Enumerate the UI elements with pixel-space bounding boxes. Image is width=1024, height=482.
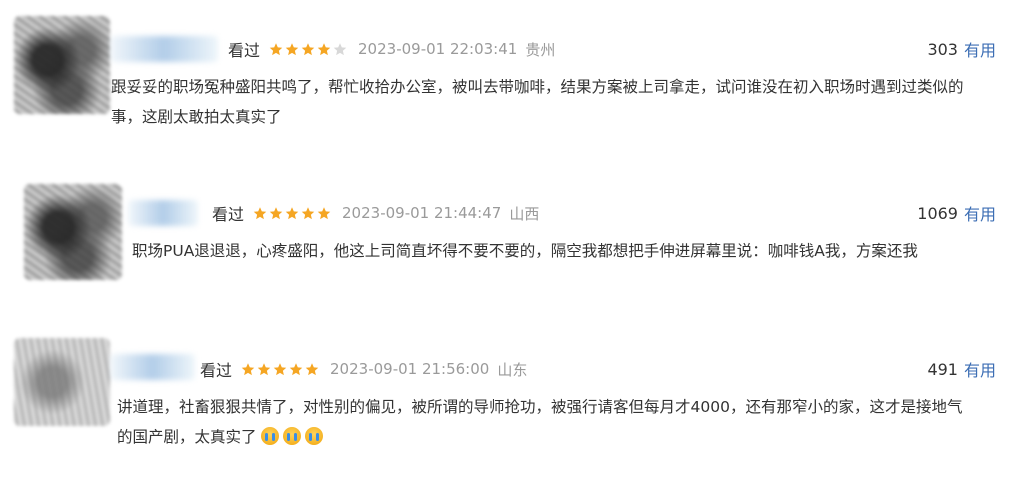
review-time: 2023-09-01 21:56:00 [330, 360, 490, 378]
avatar[interactable] [24, 184, 122, 280]
username-blurred[interactable] [110, 36, 218, 62]
useful-vote[interactable]: 491 有用 [927, 356, 996, 382]
star-icon [288, 362, 304, 377]
username-blurred[interactable] [128, 200, 198, 226]
star-icon [300, 42, 316, 57]
rating-stars [252, 206, 332, 221]
useful-button[interactable]: 有用 [964, 37, 996, 61]
watch-status: 看过 [200, 361, 233, 380]
useful-vote[interactable]: 1069 有用 [917, 200, 996, 226]
star-icon [256, 362, 272, 377]
star-icon [300, 206, 316, 221]
useful-count: 491 [927, 359, 958, 379]
review-text-body: 讲道理，社畜狠狠共情了，对性别的偏见，被所谓的导师抢功，被强行请客但每月才400… [117, 398, 963, 446]
review-item: 看过 2023-09-01 21:56:00 山东 491 有用 讲道理，社畜狠… [0, 334, 1024, 466]
username-blurred[interactable] [110, 354, 195, 380]
useful-vote[interactable]: 303 有用 [927, 36, 996, 62]
emoji-group [257, 427, 323, 446]
crying-face-icon [260, 427, 279, 445]
review-item: 看过 2023-09-01 22:03:41 贵州 303 有用 跟妥妥的职场冤… [0, 14, 1024, 142]
star-icon [240, 362, 256, 377]
star-icon [304, 362, 320, 377]
review-region: 山东 [497, 360, 528, 379]
useful-button[interactable]: 有用 [964, 201, 996, 225]
star-icon [316, 42, 332, 57]
review-time: 2023-09-01 21:44:47 [342, 204, 502, 222]
review-item: 看过 2023-09-01 21:44:47 山西 1069 有用 职场PUA退… [0, 178, 1024, 308]
crying-face-icon [304, 427, 323, 445]
review-meta: 看过 2023-09-01 21:56:00 山东 [200, 356, 527, 382]
avatar[interactable] [14, 338, 110, 426]
review-text: 跟妥妥的职场冤种盛阳共鸣了，帮忙收拾办公室，被叫去带咖啡，结果方案被上司拿走，试… [111, 78, 964, 126]
watch-status: 看过 [228, 41, 261, 60]
review-text: 职场PUA退退退，心疼盛阳，他这上司简直坏得不要不要的，隔空我都想把手伸进屏幕里… [132, 242, 918, 260]
star-icon [284, 42, 300, 57]
review-region: 贵州 [525, 40, 556, 59]
useful-button[interactable]: 有用 [964, 357, 996, 381]
review-meta: 看过 2023-09-01 21:44:47 山西 [212, 200, 539, 226]
watch-status: 看过 [212, 205, 245, 224]
star-icon [316, 206, 332, 221]
rating-stars [268, 42, 348, 57]
useful-count: 1069 [917, 203, 958, 223]
star-icon [272, 362, 288, 377]
rating-stars [240, 362, 320, 377]
star-icon [332, 42, 348, 57]
star-icon [252, 206, 268, 221]
crying-face-icon [282, 427, 301, 445]
star-icon [268, 206, 284, 221]
review-meta: 看过 2023-09-01 22:03:41 贵州 [228, 36, 555, 62]
useful-count: 303 [927, 39, 958, 59]
review-time: 2023-09-01 22:03:41 [358, 40, 518, 58]
review-text: 讲道理，社畜狠狠共情了，对性别的偏见，被所谓的导师抢功，被强行请客但每月才400… [117, 392, 977, 452]
avatar[interactable] [14, 16, 110, 114]
star-icon [284, 206, 300, 221]
review-region: 山西 [509, 204, 540, 223]
star-icon [268, 42, 284, 57]
